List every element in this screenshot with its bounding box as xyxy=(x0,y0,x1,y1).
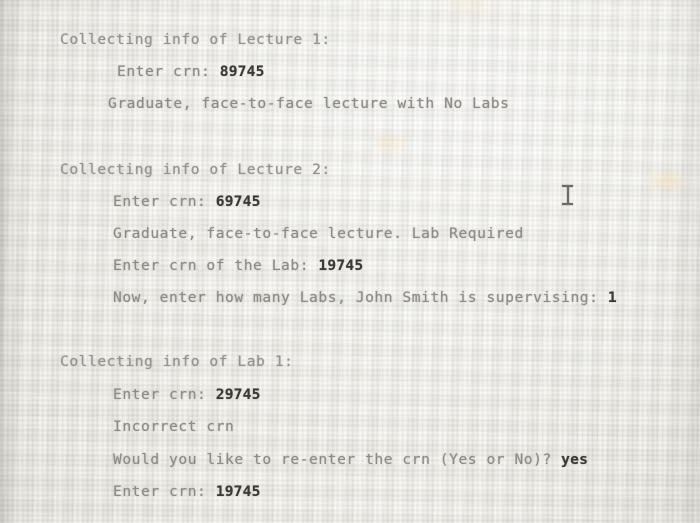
photographed-screen: Collecting info of Lecture 1:Enter crn: … xyxy=(0,0,700,523)
photo-vignette xyxy=(0,0,700,523)
